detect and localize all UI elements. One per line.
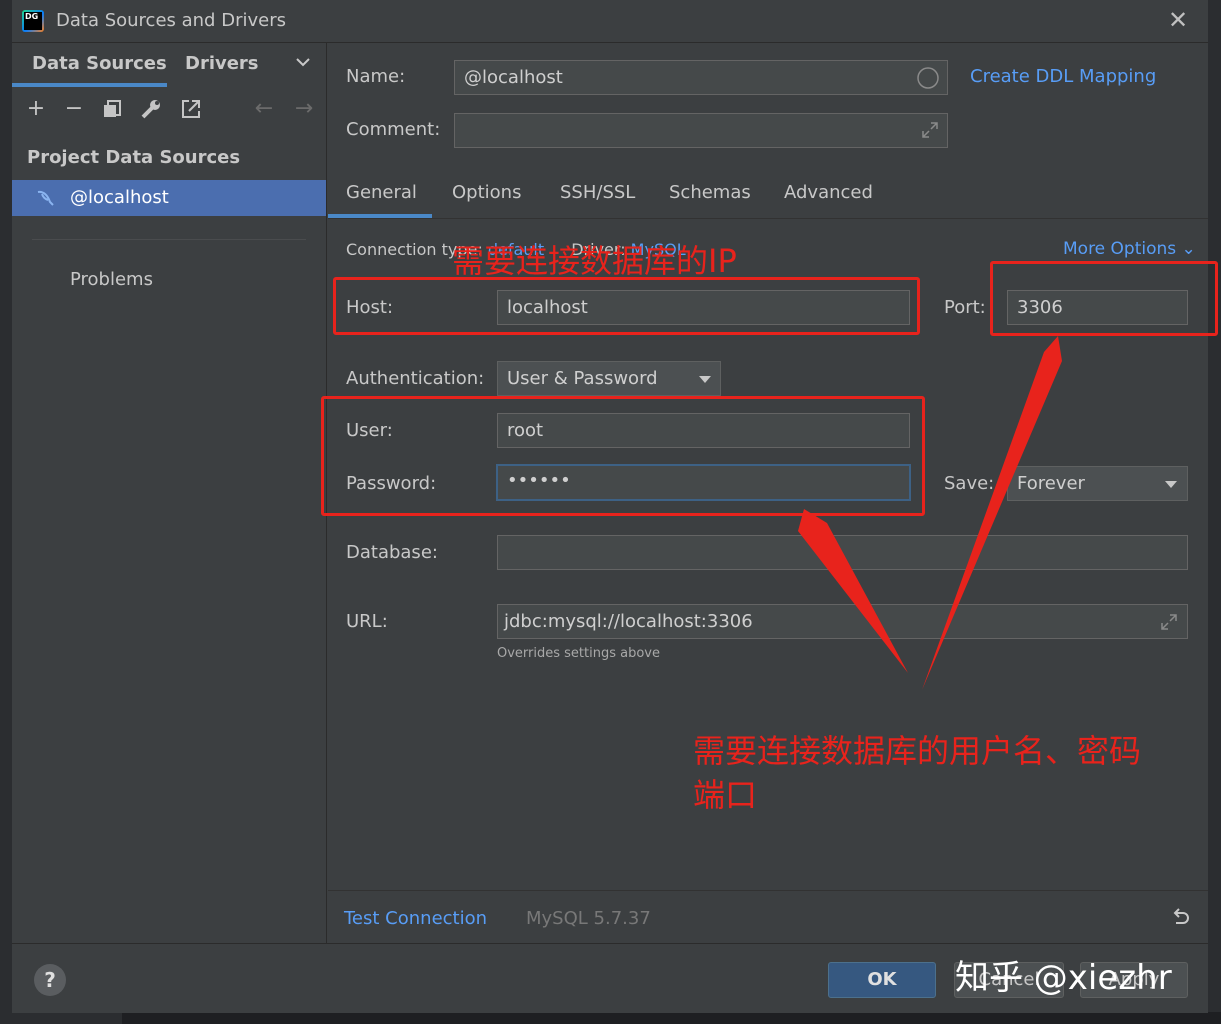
more-options-link[interactable]: More Options ⌄ [1063,239,1196,259]
more-options-label: More Options [1063,239,1177,259]
expand-icon[interactable] [921,121,939,139]
wrench-icon[interactable] [140,98,162,120]
datagrip-app-icon: DG [22,10,44,32]
project-data-sources-heading: Project Data Sources [27,147,241,168]
ok-button[interactable]: OK [828,962,936,998]
tab-schemas[interactable]: Schemas [669,182,751,203]
annotation-box-credentials [321,396,925,516]
save-dropdown[interactable]: Forever [1007,466,1188,501]
color-circle-icon[interactable] [917,67,939,89]
help-button[interactable]: ? [34,964,66,996]
tab-drivers[interactable]: Drivers [185,53,259,74]
authentication-label: Authentication: [346,368,485,389]
database-field[interactable] [497,535,1188,570]
annotation-box-port [990,261,1218,336]
background-strip [122,1012,1221,1024]
annotation-credentials-note-line2: 端口 [693,776,758,814]
authentication-value: User & Password [507,368,658,389]
name-label: Name: [346,66,406,87]
annotation-box-host [333,277,920,335]
port-label: Port: [944,297,986,318]
title-bar: DG Data Sources and Drivers ✕ [12,0,1208,43]
save-label: Save: [944,473,995,494]
dropdown-arrow-icon [699,376,711,383]
name-field[interactable]: @localhost [454,60,948,95]
window-title: Data Sources and Drivers [56,10,286,31]
annotation-ip-note: 需要连接数据库的IP [452,242,737,280]
url-field[interactable]: jdbc:mysql://localhost:3306 [497,604,1188,639]
test-connection-link[interactable]: Test Connection [344,908,487,929]
duplicate-icon[interactable] [102,99,122,119]
add-icon[interactable]: + [24,97,48,121]
data-source-item[interactable]: @localhost [12,180,326,216]
problems-item[interactable]: Problems [70,269,153,290]
chevron-down-icon[interactable] [296,57,310,67]
open-external-icon[interactable] [180,98,202,120]
tab-options[interactable]: Options [452,182,521,203]
name-value: @localhost [464,67,563,88]
url-value: jdbc:mysql://localhost:3306 [504,611,753,632]
arrow-left-icon[interactable]: ← [252,97,276,121]
divider [32,239,306,240]
authentication-dropdown[interactable]: User & Password [497,361,721,396]
footer-bar: Test Connection MySQL 5.7.37 [328,890,1208,943]
remove-icon[interactable]: − [62,97,86,121]
url-label: URL: [346,611,388,632]
server-version: MySQL 5.7.37 [526,908,651,929]
undo-icon[interactable] [1170,907,1192,929]
expand-icon[interactable] [1160,613,1178,631]
data-source-label: @localhost [70,187,169,208]
comment-label: Comment: [346,119,441,140]
tab-general[interactable]: General [346,182,417,203]
create-ddl-mapping-link[interactable]: Create DDL Mapping [970,66,1156,87]
database-label: Database: [346,542,438,563]
tabs-divider [328,218,1208,219]
arrow-right-icon[interactable]: → [292,97,316,121]
tab-advanced[interactable]: Advanced [784,182,873,203]
tab-data-sources[interactable]: Data Sources [32,53,167,74]
app-icon-text: DG [24,12,42,30]
annotation-credentials-note-line1: 需要连接数据库的用户名、密码 [693,732,1142,770]
mysql-dolphin-icon [37,190,54,206]
comment-field[interactable] [454,113,948,148]
watermark: 知乎 @xiezhr [955,958,1172,998]
left-panel: Data Sources Drivers + − ← → Project Dat… [12,43,327,943]
chevron-down-icon: ⌄ [1181,239,1196,259]
dropdown-arrow-icon [1165,481,1177,488]
active-tab-underline [12,83,167,87]
tab-ssh-ssl[interactable]: SSH/SSL [560,182,635,203]
save-value: Forever [1017,473,1085,494]
url-hint: Overrides settings above [497,646,660,661]
close-icon[interactable]: ✕ [1164,6,1192,34]
